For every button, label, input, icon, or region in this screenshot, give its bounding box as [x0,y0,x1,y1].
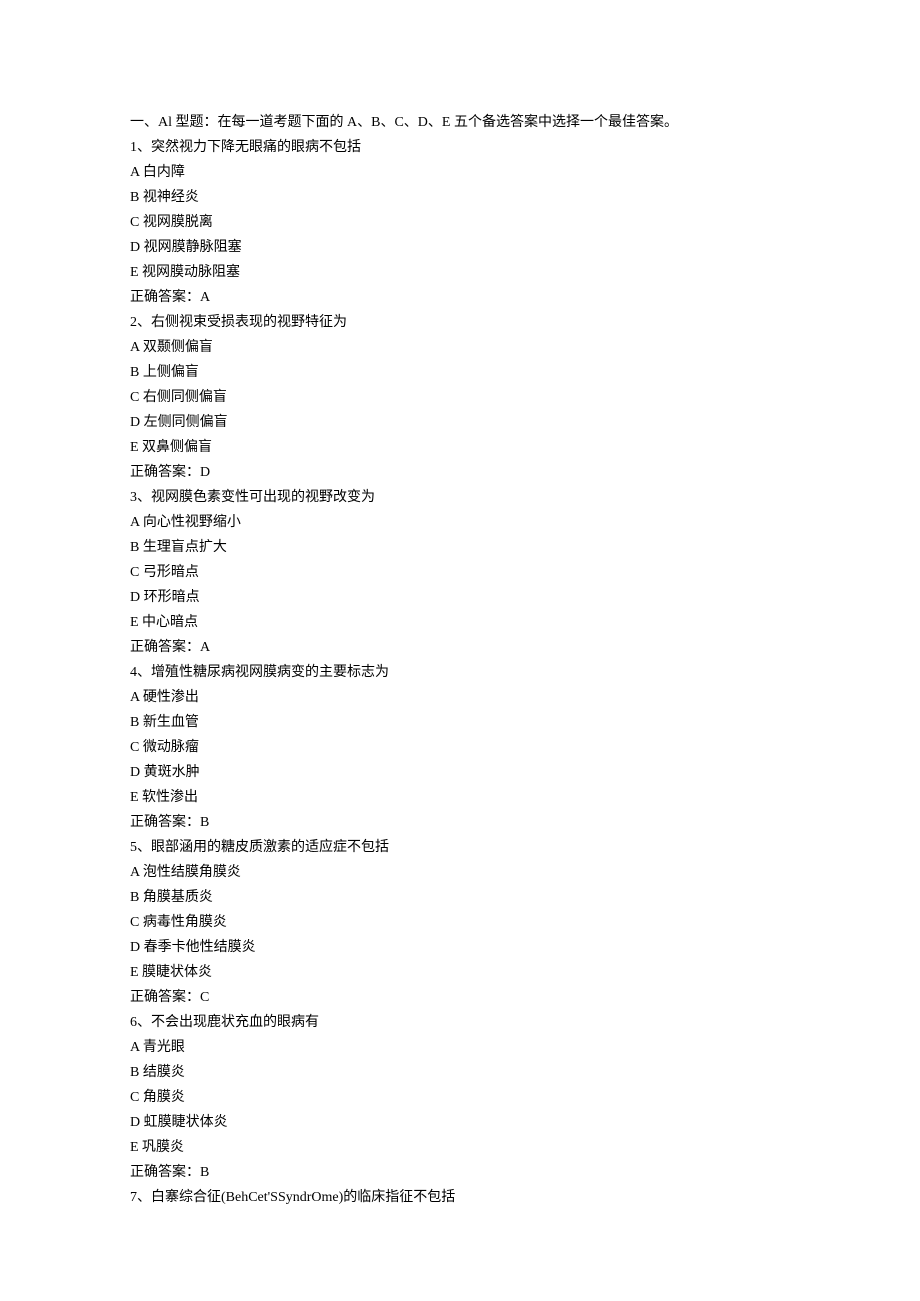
answer: 正确答案：B [130,1160,790,1185]
option: A 双颞侧偏盲 [130,335,790,360]
option: D 视网膜静脉阻塞 [130,235,790,260]
option: C 弓形暗点 [130,560,790,585]
question-stem: 4、增殖性糖尿病视网膜病变的主要标志为 [130,660,790,685]
option: A 泡性结膜角膜炎 [130,860,790,885]
option: B 结膜炎 [130,1060,790,1085]
option: B 视神经炎 [130,185,790,210]
option: D 虹膜睫状体炎 [130,1110,790,1135]
answer: 正确答案：A [130,285,790,310]
answer: 正确答案：B [130,810,790,835]
option: C 视网膜脱离 [130,210,790,235]
option: A 青光眼 [130,1035,790,1060]
question-stem: 1、突然视力下降无眼痛的眼病不包括 [130,135,790,160]
section-header: 一、Al 型题：在每一道考题下面的 A、B、C、D、E 五个备选答案中选择一个最… [130,110,790,135]
option: C 病毒性角膜炎 [130,910,790,935]
option: B 新生血管 [130,710,790,735]
question-stem: 2、右侧视束受损表现的视野特征为 [130,310,790,335]
option: D 环形暗点 [130,585,790,610]
option: D 黄斑水肿 [130,760,790,785]
option: E 中心暗点 [130,610,790,635]
question-stem: 5、眼部涵用的糖皮质激素的适应症不包括 [130,835,790,860]
option: A 向心性视野缩小 [130,510,790,535]
option: D 左侧同侧偏盲 [130,410,790,435]
option: C 右侧同侧偏盲 [130,385,790,410]
option: E 双鼻侧偏盲 [130,435,790,460]
option: C 角膜炎 [130,1085,790,1110]
question-stem: 6、不会出现鹿状充血的眼病有 [130,1010,790,1035]
option: B 上侧偏盲 [130,360,790,385]
option: B 生理盲点扩大 [130,535,790,560]
option: D 春季卡他性结膜炎 [130,935,790,960]
option: A 硬性渗出 [130,685,790,710]
answer: 正确答案：A [130,635,790,660]
question-stem: 3、视网膜色素变性可出现的视野改变为 [130,485,790,510]
option: A 白内障 [130,160,790,185]
document-page: 一、Al 型题：在每一道考题下面的 A、B、C、D、E 五个备选答案中选择一个最… [0,0,920,1301]
option: B 角膜基质炎 [130,885,790,910]
option: E 膜睫状体炎 [130,960,790,985]
question-stem: 7、白寨综合征(BehCet'SSyndrOme)的临床指征不包括 [130,1185,790,1210]
answer: 正确答案：D [130,460,790,485]
option: E 软性渗出 [130,785,790,810]
option: E 巩膜炎 [130,1135,790,1160]
answer: 正确答案：C [130,985,790,1010]
option: C 微动脉瘤 [130,735,790,760]
option: E 视网膜动脉阻塞 [130,260,790,285]
